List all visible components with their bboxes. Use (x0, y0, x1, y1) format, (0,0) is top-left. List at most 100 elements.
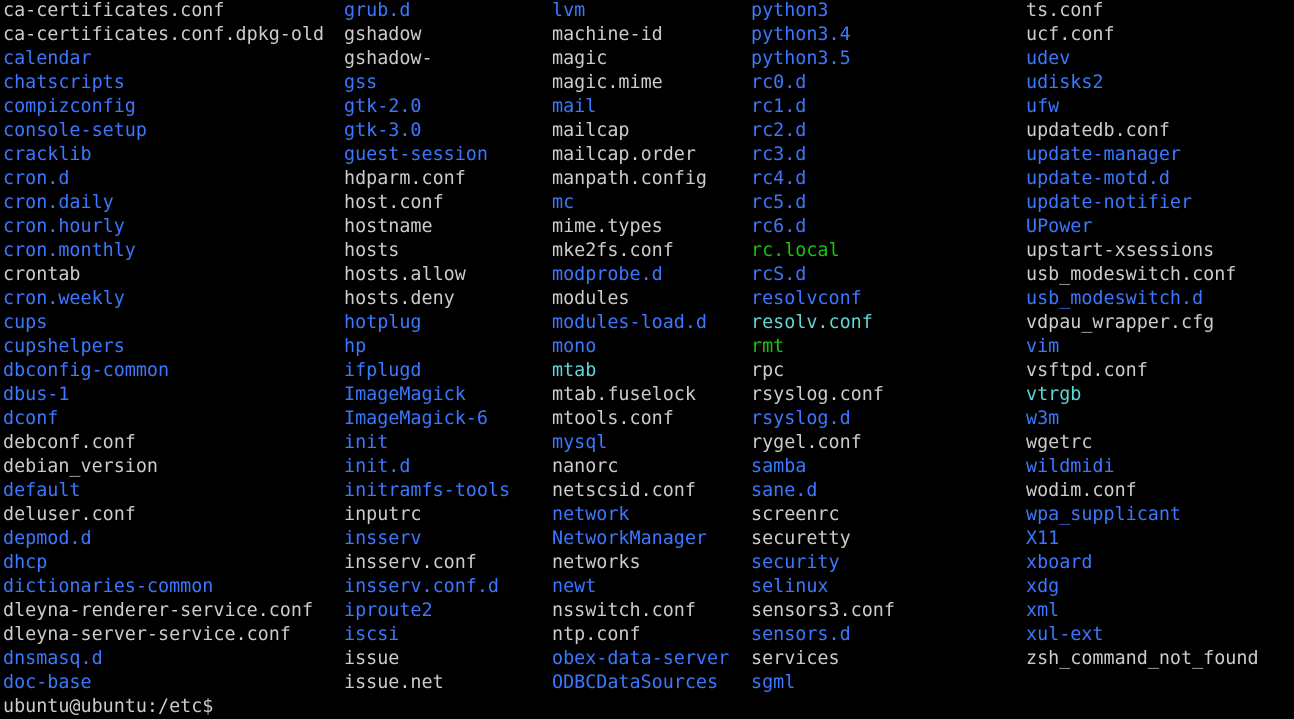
file-entry: rpc (751, 360, 785, 381)
file-entry: manpath.config (552, 168, 708, 189)
directory-entry: ODBCDataSources (552, 672, 719, 693)
shell-prompt[interactable]: ubuntu@ubuntu:/etc$ (3, 695, 223, 719)
file-entry: updatedb.conf (1026, 120, 1170, 141)
file-entry: deluser.conf (3, 504, 136, 525)
directory-entry: dictionaries-common (3, 576, 214, 597)
directory-entry: network (552, 504, 630, 525)
directory-entry: NetworkManager (552, 528, 708, 549)
file-entry: zsh_command_not_found (1026, 648, 1259, 669)
directory-entry: ifplugd (344, 360, 422, 381)
file-entry: ts.conf (1026, 0, 1104, 21)
directory-entry: rc0.d (751, 72, 807, 93)
file-entry: ca-certificates.conf (3, 0, 225, 21)
directory-entry: console-setup (3, 120, 147, 141)
directory-entry: gss (344, 72, 378, 93)
file-entry: upstart-xsessions (1026, 240, 1215, 261)
directory-entry: rc6.d (751, 216, 807, 237)
file-entry: wodim.conf (1026, 480, 1137, 501)
file-entry: debian_version (3, 456, 159, 477)
directory-entry: default (3, 480, 81, 501)
file-entry: services (751, 648, 840, 669)
directory-entry: UPower (1026, 216, 1093, 237)
file-entry: nanorc (552, 456, 619, 477)
directory-entry: cracklib (3, 144, 92, 165)
directory-entry: security (751, 552, 840, 573)
directory-entry: mail (552, 96, 597, 117)
file-entry: wgetrc (1026, 432, 1093, 453)
directory-entry: samba (751, 456, 807, 477)
directory-entry: sgml (751, 672, 796, 693)
file-entry: sensors3.conf (751, 600, 895, 621)
directory-entry: rc1.d (751, 96, 807, 117)
symlink-entry: resolv.conf (751, 312, 873, 333)
directory-entry: update-manager (1026, 144, 1182, 165)
file-entry: hosts.deny (344, 288, 455, 309)
directory-entry: wildmidi (1026, 456, 1115, 477)
file-entry: hdparm.conf (344, 168, 466, 189)
directory-entry: w3m (1026, 408, 1060, 429)
directory-entry: rc2.d (751, 120, 807, 141)
directory-entry: rc5.d (751, 192, 807, 213)
directory-entry: calendar (3, 48, 92, 69)
directory-entry: xboard (1026, 552, 1093, 573)
directory-entry: doc-base (3, 672, 92, 693)
directory-entry: rc3.d (751, 144, 807, 165)
directory-entry: gtk-3.0 (344, 120, 422, 141)
file-entry: rygel.conf (751, 432, 862, 453)
directory-entry: cron.d (3, 168, 70, 189)
file-entry: mailcap.order (552, 144, 696, 165)
directory-entry: dbus-1 (3, 384, 70, 405)
listing-column-2: grub.d gshadow gshadow-gss gtk-2.0 gtk-3.0 gu… (344, 0, 510, 695)
directory-entry: rsyslog.d (751, 408, 851, 429)
directory-entry: udisks2 (1026, 72, 1104, 93)
directory-entry: cron.monthly (3, 240, 136, 261)
directory-entry: ufw (1026, 96, 1060, 117)
directory-entry: iproute2 (344, 600, 433, 621)
listing-column-5: ts.conf ucf.conf udev udisks2 ufw updatedb.co… (1026, 0, 1259, 671)
directory-entry: dbconfig-common (3, 360, 170, 381)
directory-entry: init (344, 432, 389, 453)
directory-entry: cron.hourly (3, 216, 125, 237)
file-entry: mtab.fuselock (552, 384, 696, 405)
directory-entry: wpa_supplicant (1026, 504, 1182, 525)
file-entry: mailcap (552, 120, 630, 141)
directory-entry: X11 (1026, 528, 1060, 549)
directory-entry: python3.5 (751, 48, 851, 69)
directory-entry: update-motd.d (1026, 168, 1170, 189)
directory-entry: udev (1026, 48, 1071, 69)
file-entry: gshadow (344, 24, 422, 45)
file-entry: vdpau_wrapper.cfg (1026, 312, 1215, 333)
file-entry: ntp.conf (552, 624, 641, 645)
file-entry: dleyna-renderer-service.conf (3, 600, 314, 621)
directory-entry: hp (344, 336, 367, 357)
file-entry: mime.types (552, 216, 663, 237)
directory-entry: guest-session (344, 144, 488, 165)
file-entry: inputrc (344, 504, 422, 525)
directory-entry: cupshelpers (3, 336, 125, 357)
directory-entry: rcS.d (751, 264, 807, 285)
directory-entry: modules-load.d (552, 312, 708, 333)
file-entry: modules (552, 288, 630, 309)
directory-entry: compizconfig (3, 96, 136, 117)
file-entry: host.conf (344, 192, 444, 213)
directory-entry: chatscripts (3, 72, 125, 93)
directory-entry: cron.daily (3, 192, 114, 213)
file-entry: hosts.allow (344, 264, 466, 285)
directory-entry: selinux (751, 576, 829, 597)
file-entry: netscsid.conf (552, 480, 696, 501)
file-entry: ucf.conf (1026, 24, 1115, 45)
directory-entry: dconf (3, 408, 59, 429)
directory-entry: python3 (751, 0, 829, 21)
directory-entry: mono (552, 336, 597, 357)
file-entry: issue.net (344, 672, 444, 693)
terminal-window[interactable]: ca-certificates.conf ca-certificates.conf… (0, 0, 1294, 718)
directory-entry: cron.weekly (3, 288, 125, 309)
file-entry: mke2fs.conf (552, 240, 674, 261)
directory-entry: grub.d (344, 0, 411, 21)
directory-entry: insserv (344, 528, 422, 549)
file-entry: ca-certificates.conf.dpkg-old (3, 24, 325, 45)
file-entry: crontab (3, 264, 81, 285)
directory-entry: insserv.conf.d (344, 576, 500, 597)
directory-entry: ImageMagick (344, 384, 466, 405)
file-entry: hostname (344, 216, 433, 237)
